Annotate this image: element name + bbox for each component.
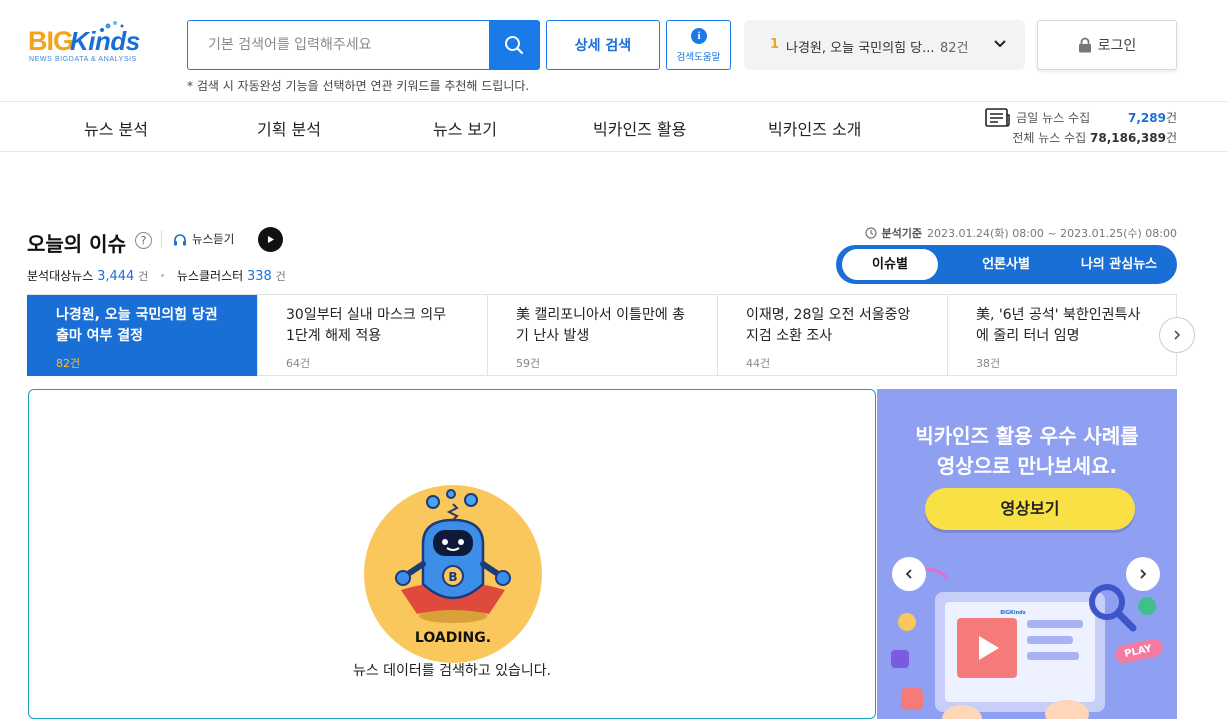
chevron-left-icon <box>905 569 912 579</box>
nav-item-planned-analysis[interactable]: 기획 분석 <box>257 116 321 140</box>
issue-title: 美, '6년 공석' 북한인권특사에 줄리 터너 임명 <box>976 307 1141 344</box>
divider <box>161 230 162 248</box>
analyzed-news-label: 분석대상뉴스 <box>27 269 94 283</box>
issue-card[interactable]: 이재명, 28일 오전 서울중앙지검 소환 조사 44건 <box>717 295 947 376</box>
search-help-button[interactable]: i 검색도움말 <box>666 20 731 70</box>
issue-count: 82건 <box>56 357 81 370</box>
chevron-right-icon <box>1174 330 1181 340</box>
top-issue-rank: 1 <box>770 37 780 52</box>
banner-headline-line1: 빅카인즈 활용 우수 사례를 <box>915 424 1139 448</box>
issue-count: 44건 <box>746 357 771 370</box>
loading-message: 뉴스 데이터를 검색하고 있습니다. <box>352 663 552 679</box>
play-button[interactable] <box>258 227 283 252</box>
banner-headline: 빅카인즈 활용 우수 사례를 영상으로 만나보세요. <box>877 421 1177 481</box>
tab-by-press[interactable]: 언론사별 <box>958 249 1054 280</box>
separator-dot <box>161 274 165 277</box>
today-collection-value: 7,289 <box>1127 111 1166 125</box>
top-issue-text: 나경원, 오늘 국민의힘 당... <box>786 41 935 56</box>
play-icon <box>268 236 274 243</box>
cluster-unit: 건 <box>275 270 286 283</box>
cluster-label: 뉴스클러스터 <box>176 269 244 283</box>
news-collection-stats: 금일 뉴스 수집 7,289건 전체 뉴스 수집 78,186,389건 <box>985 104 1185 150</box>
nav-item-news-view[interactable]: 뉴스 보기 <box>433 116 497 140</box>
clock-icon <box>864 227 877 239</box>
nav-item-news-analysis[interactable]: 뉴스 분석 <box>84 116 148 140</box>
newspaper-icon <box>985 108 1010 127</box>
issue-card[interactable]: 美, '6년 공석' 북한인권특사에 줄리 터너 임명 38건 <box>947 295 1177 376</box>
issue-card[interactable]: 나경원, 오늘 국민의힘 당권 출마 여부 결정 82건 <box>27 295 257 376</box>
issue-card[interactable]: 美 캘리포니아서 이틀만에 총기 난사 발생 59건 <box>487 295 717 376</box>
analysis-basis-label: 분석기준 <box>881 227 923 240</box>
top-issue-dropdown[interactable]: 1 나경원, 오늘 국민의힘 당... 82건 <box>744 20 1025 70</box>
chevron-right-icon <box>1140 569 1147 579</box>
issue-next-button[interactable] <box>1159 317 1195 353</box>
issue-title: 나경원, 오늘 국민의힘 당권 출마 여부 결정 <box>56 307 218 344</box>
search-hint: * 검색 시 자동완성 기능을 선택하면 연관 키워드를 추천해 드립니다. <box>187 79 530 93</box>
info-icon: i <box>691 28 707 44</box>
login-label: 로그인 <box>1097 38 1137 54</box>
bigkinds-logo[interactable]: BIG Kinds NEWS BIGDATA & ANALYSIS <box>28 21 160 68</box>
issue-title: 이재명, 28일 오전 서울중앙지검 소환 조사 <box>746 307 911 344</box>
logo-tagline: NEWS BIGDATA & ANALYSIS <box>29 56 137 63</box>
tab-my-interest[interactable]: 나의 관심뉴스 <box>1064 249 1174 280</box>
issue-count: 64건 <box>286 357 311 370</box>
loading-robot-illustration: B LOADING. <box>364 485 542 663</box>
search-help-label: 검색도움말 <box>676 52 721 63</box>
robot-badge-letter: B <box>448 570 457 584</box>
banner-prev-button[interactable] <box>892 557 926 591</box>
analysis-basis: 분석기준 2023.01.24(화) 08:00 ~ 2023.01.25(수)… <box>864 225 1177 241</box>
banner-next-button[interactable] <box>1126 557 1160 591</box>
banner-mini-logo: BIGKinds <box>1000 610 1026 616</box>
total-collection-value: 78,186,389 <box>1090 131 1166 145</box>
nav-item-bigkinds-intro[interactable]: 빅카인즈 소개 <box>768 116 861 140</box>
issue-title: 30일부터 실내 마스크 의무 1단계 해제 적용 <box>286 307 446 344</box>
total-collection-label: 전체 뉴스 수집 <box>1012 131 1087 145</box>
headphones-icon <box>174 233 186 245</box>
cluster-value: 338 <box>246 269 272 284</box>
total-collection-unit: 건 <box>1165 131 1177 145</box>
issue-list: 나경원, 오늘 국민의힘 당권 출마 여부 결정 82건 30일부터 실내 마스… <box>27 294 1177 376</box>
top-issue-count: 82건 <box>940 41 969 56</box>
analyzed-news-unit: 건 <box>138 270 149 283</box>
banner-headline-line2: 영상으로 만나보세요. <box>936 454 1118 478</box>
today-collection-label: 금일 뉴스 수집 <box>1016 111 1091 125</box>
issue-count: 59건 <box>516 357 541 370</box>
issue-card[interactable]: 30일부터 실내 마스크 의무 1단계 해제 적용 64건 <box>257 295 487 376</box>
nav-item-bigkinds-use[interactable]: 빅카인즈 활용 <box>593 116 686 140</box>
issue-title: 美 캘리포니아서 이틀만에 총기 난사 발생 <box>516 307 686 344</box>
issue-tabs: 이슈별 언론사별 나의 관심뉴스 <box>836 245 1177 284</box>
detail-search-button[interactable]: 상세 검색 <box>546 20 660 70</box>
search-input[interactable] <box>188 21 490 69</box>
logo-big-text: BIG <box>28 26 74 56</box>
analysis-basis-value: 2023.01.24(화) 08:00 ~ 2023.01.25(수) 08:0… <box>927 227 1177 240</box>
issue-visualization-panel: B LOADING. 뉴스 데이터를 검색하고 있습니다. <box>28 389 876 719</box>
search-button[interactable] <box>489 21 539 69</box>
chevron-down-icon <box>994 40 1006 48</box>
search-icon <box>505 36 524 55</box>
listen-news-button[interactable]: 뉴스듣기 <box>173 231 234 247</box>
today-issue-title: 오늘의 이슈 <box>27 232 126 256</box>
today-collection-unit: 건 <box>1165 111 1177 125</box>
site-header: BIG Kinds NEWS BIGDATA & ANALYSIS * 검색 시… <box>0 0 1227 102</box>
tab-by-issue[interactable]: 이슈별 <box>842 249 938 280</box>
logo-dots-icon <box>100 21 124 32</box>
issue-counts: 분석대상뉴스 3,444 건 뉴스클러스터 338 건 <box>27 267 286 284</box>
listen-news-label: 뉴스듣기 <box>192 232 235 246</box>
promo-banner: 빅카인즈 활용 우수 사례를 영상으로 만나보세요. 영상보기 PLAY BIG… <box>877 389 1177 719</box>
question-icon[interactable]: ? <box>135 232 152 249</box>
lock-icon <box>1078 37 1091 53</box>
watch-video-button[interactable]: 영상보기 <box>925 488 1135 530</box>
login-button[interactable]: 로그인 <box>1037 20 1177 70</box>
issue-count: 38건 <box>976 357 1001 370</box>
search-box <box>187 20 540 70</box>
analyzed-news-value: 3,444 <box>97 269 135 284</box>
loading-badge-text: LOADING. <box>415 630 491 646</box>
